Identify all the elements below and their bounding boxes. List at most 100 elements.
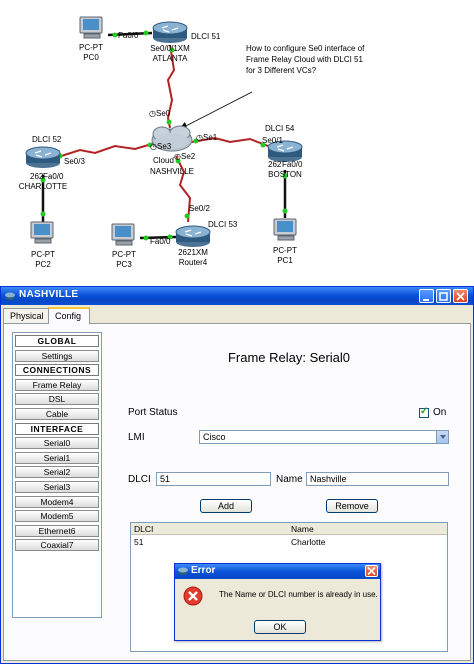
error-dialog: Error The Name or DLCI number is already… xyxy=(174,563,381,641)
sidebar-item-frame-relay[interactable]: Frame Relay xyxy=(15,378,99,391)
cloud-port-se3-label: ◷Se3 xyxy=(150,142,172,151)
dlci-input[interactable]: 51 xyxy=(156,472,271,486)
annotation-line-1: How to configure Se0 interface of xyxy=(246,44,365,53)
add-button[interactable]: Add xyxy=(200,499,252,513)
cloud-sub-label: NASHVILLE xyxy=(149,167,195,176)
port-status-label: Port Status xyxy=(128,407,178,418)
dlci-table-header: DLCI Name xyxy=(131,523,447,535)
window-title: NASHVILLE xyxy=(19,289,79,300)
router4-dlci-label: DLCI 53 xyxy=(208,220,238,229)
atlanta-model-label: Se0/0/1XM xyxy=(150,44,190,53)
sidebar-item-dsl[interactable]: DSL xyxy=(15,393,99,406)
close-icon xyxy=(456,292,465,301)
cloud-name-label: Cloud xyxy=(153,156,174,165)
router4-port-fa-label: Fa0/0 xyxy=(150,237,171,246)
close-button[interactable] xyxy=(453,289,468,303)
sidebar-item-settings[interactable]: Settings xyxy=(15,349,99,362)
cloud-port-se0-label: ◷Se0 xyxy=(149,109,171,118)
pc0-icon xyxy=(79,16,103,39)
sidebar-item-cable[interactable]: Cable xyxy=(15,407,99,420)
network-topology: PC-PT PC0 Fa0/0 DLCI 51 Se0/0/1XM ATLANT… xyxy=(0,0,474,282)
sidebar-item-modem5[interactable]: Modem5 xyxy=(15,510,99,523)
atlanta-dlci-label: DLCI 51 xyxy=(191,32,221,41)
config-panel: GLOBAL Settings CONNECTIONS Frame Relay … xyxy=(3,323,471,661)
charlotte-router-icon xyxy=(25,146,61,168)
sidebar-item-serial3[interactable]: Serial3 xyxy=(15,480,99,493)
chevron-down-icon[interactable] xyxy=(436,431,448,443)
boston-dlci-label: DLCI 54 xyxy=(265,124,295,133)
pc1-type-label: PC-PT xyxy=(273,246,297,255)
name-label: Name xyxy=(276,474,303,485)
table-cell-dlci: 51 xyxy=(134,537,144,547)
sidebar-item-serial0[interactable]: Serial0 xyxy=(15,437,99,450)
pc2-type-label: PC-PT xyxy=(31,250,55,259)
name-input[interactable]: Nashville xyxy=(306,472,449,486)
pc3-name-label: PC3 xyxy=(116,260,132,269)
sidebar-header-connections: CONNECTIONS xyxy=(15,364,99,377)
cloud-port-se2-label: ◷Se2 xyxy=(174,152,196,161)
charlotte-dlci-label: DLCI 52 xyxy=(32,135,62,144)
annotation-arrow xyxy=(177,91,253,131)
tab-physical[interactable]: Physical xyxy=(3,308,49,323)
ok-button[interactable]: OK xyxy=(254,620,306,634)
column-header-name[interactable]: Name xyxy=(291,524,314,534)
link-charlotte-cloud xyxy=(54,142,156,159)
sidebar-item-modem4[interactable]: Modem4 xyxy=(15,495,99,508)
link-router4-cloud xyxy=(175,155,192,223)
annotation-line-2: Frame Relay Cloud with DLCI 51 xyxy=(246,55,363,64)
cloud-port-se1-label: ◷Se1 xyxy=(196,133,218,142)
annotation-line-3: for 3 Different VCs? xyxy=(246,66,317,75)
lmi-select[interactable]: Cisco xyxy=(199,430,449,444)
sidebar-item-ethernet6[interactable]: Ethernet6 xyxy=(15,524,99,537)
pc1-name-label: PC1 xyxy=(277,256,293,265)
sidebar-item-coaxial7[interactable]: Coaxial7 xyxy=(15,539,99,552)
router-app-icon xyxy=(178,567,188,575)
error-dialog-titlebar[interactable]: Error xyxy=(175,564,380,579)
minimize-icon xyxy=(423,299,429,301)
port-on-checkbox[interactable] xyxy=(419,406,429,418)
router-app-icon xyxy=(5,292,15,300)
config-title: Frame Relay: Serial0 xyxy=(227,350,351,365)
boston-model-label: 262 xyxy=(268,160,282,169)
pc2-name-label: PC2 xyxy=(35,260,51,269)
router4-name-label: Router4 xyxy=(178,258,208,267)
error-icon xyxy=(183,586,203,606)
tab-config[interactable]: Config xyxy=(48,307,90,324)
lmi-label: LMI xyxy=(128,432,145,443)
pc1-icon xyxy=(273,218,297,241)
charlotte-port-se-label: Se0/3 xyxy=(64,157,85,166)
pc0-name-label: PC0 xyxy=(83,53,99,62)
minimize-button[interactable] xyxy=(419,289,434,303)
sidebar-header-global: GLOBAL xyxy=(15,335,99,347)
router4-model-label: 2621XM xyxy=(178,248,208,257)
sidebar-item-serial2[interactable]: Serial2 xyxy=(15,466,99,479)
atlanta-router-icon xyxy=(152,21,188,43)
pc0-port-label: Fa0/0 xyxy=(118,31,139,40)
router4-port-se-label: Se0/2 xyxy=(189,204,210,213)
maximize-icon xyxy=(439,292,448,301)
remove-button[interactable]: Remove xyxy=(326,499,378,513)
column-header-dlci[interactable]: DLCI xyxy=(134,524,153,534)
dlci-label: DLCI xyxy=(128,474,151,485)
sidebar-item-serial1[interactable]: Serial1 xyxy=(15,451,99,464)
charlotte-port-fa-label: Fa0/0 xyxy=(43,172,64,181)
error-message: The Name or DLCI number is already in us… xyxy=(219,590,378,599)
pc3-icon xyxy=(111,223,135,246)
boston-port-fa-label: Fa0/0 xyxy=(282,160,303,169)
pc0-type-label: PC-PT xyxy=(79,43,103,52)
pc3-type-label: PC-PT xyxy=(112,250,136,259)
topology-links xyxy=(25,16,303,247)
pc2-icon xyxy=(30,221,54,244)
router4-router-icon xyxy=(175,225,211,247)
maximize-button[interactable] xyxy=(436,289,451,303)
window-titlebar[interactable]: NASHVILLE xyxy=(1,287,473,305)
device-config-window: NASHVILLE Physical Config GLOBAL Setting… xyxy=(0,286,474,664)
table-cell-name: Charlotte xyxy=(291,537,326,547)
port-on-label: On xyxy=(433,407,447,418)
error-dialog-title: Error xyxy=(191,565,216,576)
error-close-button[interactable] xyxy=(365,565,378,577)
lmi-select-value: Cisco xyxy=(203,432,226,442)
charlotte-model-label: 262 xyxy=(30,172,44,181)
charlotte-name-label: CHARLOTTE xyxy=(18,182,68,191)
sidebar-header-interface: INTERFACE xyxy=(15,422,99,435)
